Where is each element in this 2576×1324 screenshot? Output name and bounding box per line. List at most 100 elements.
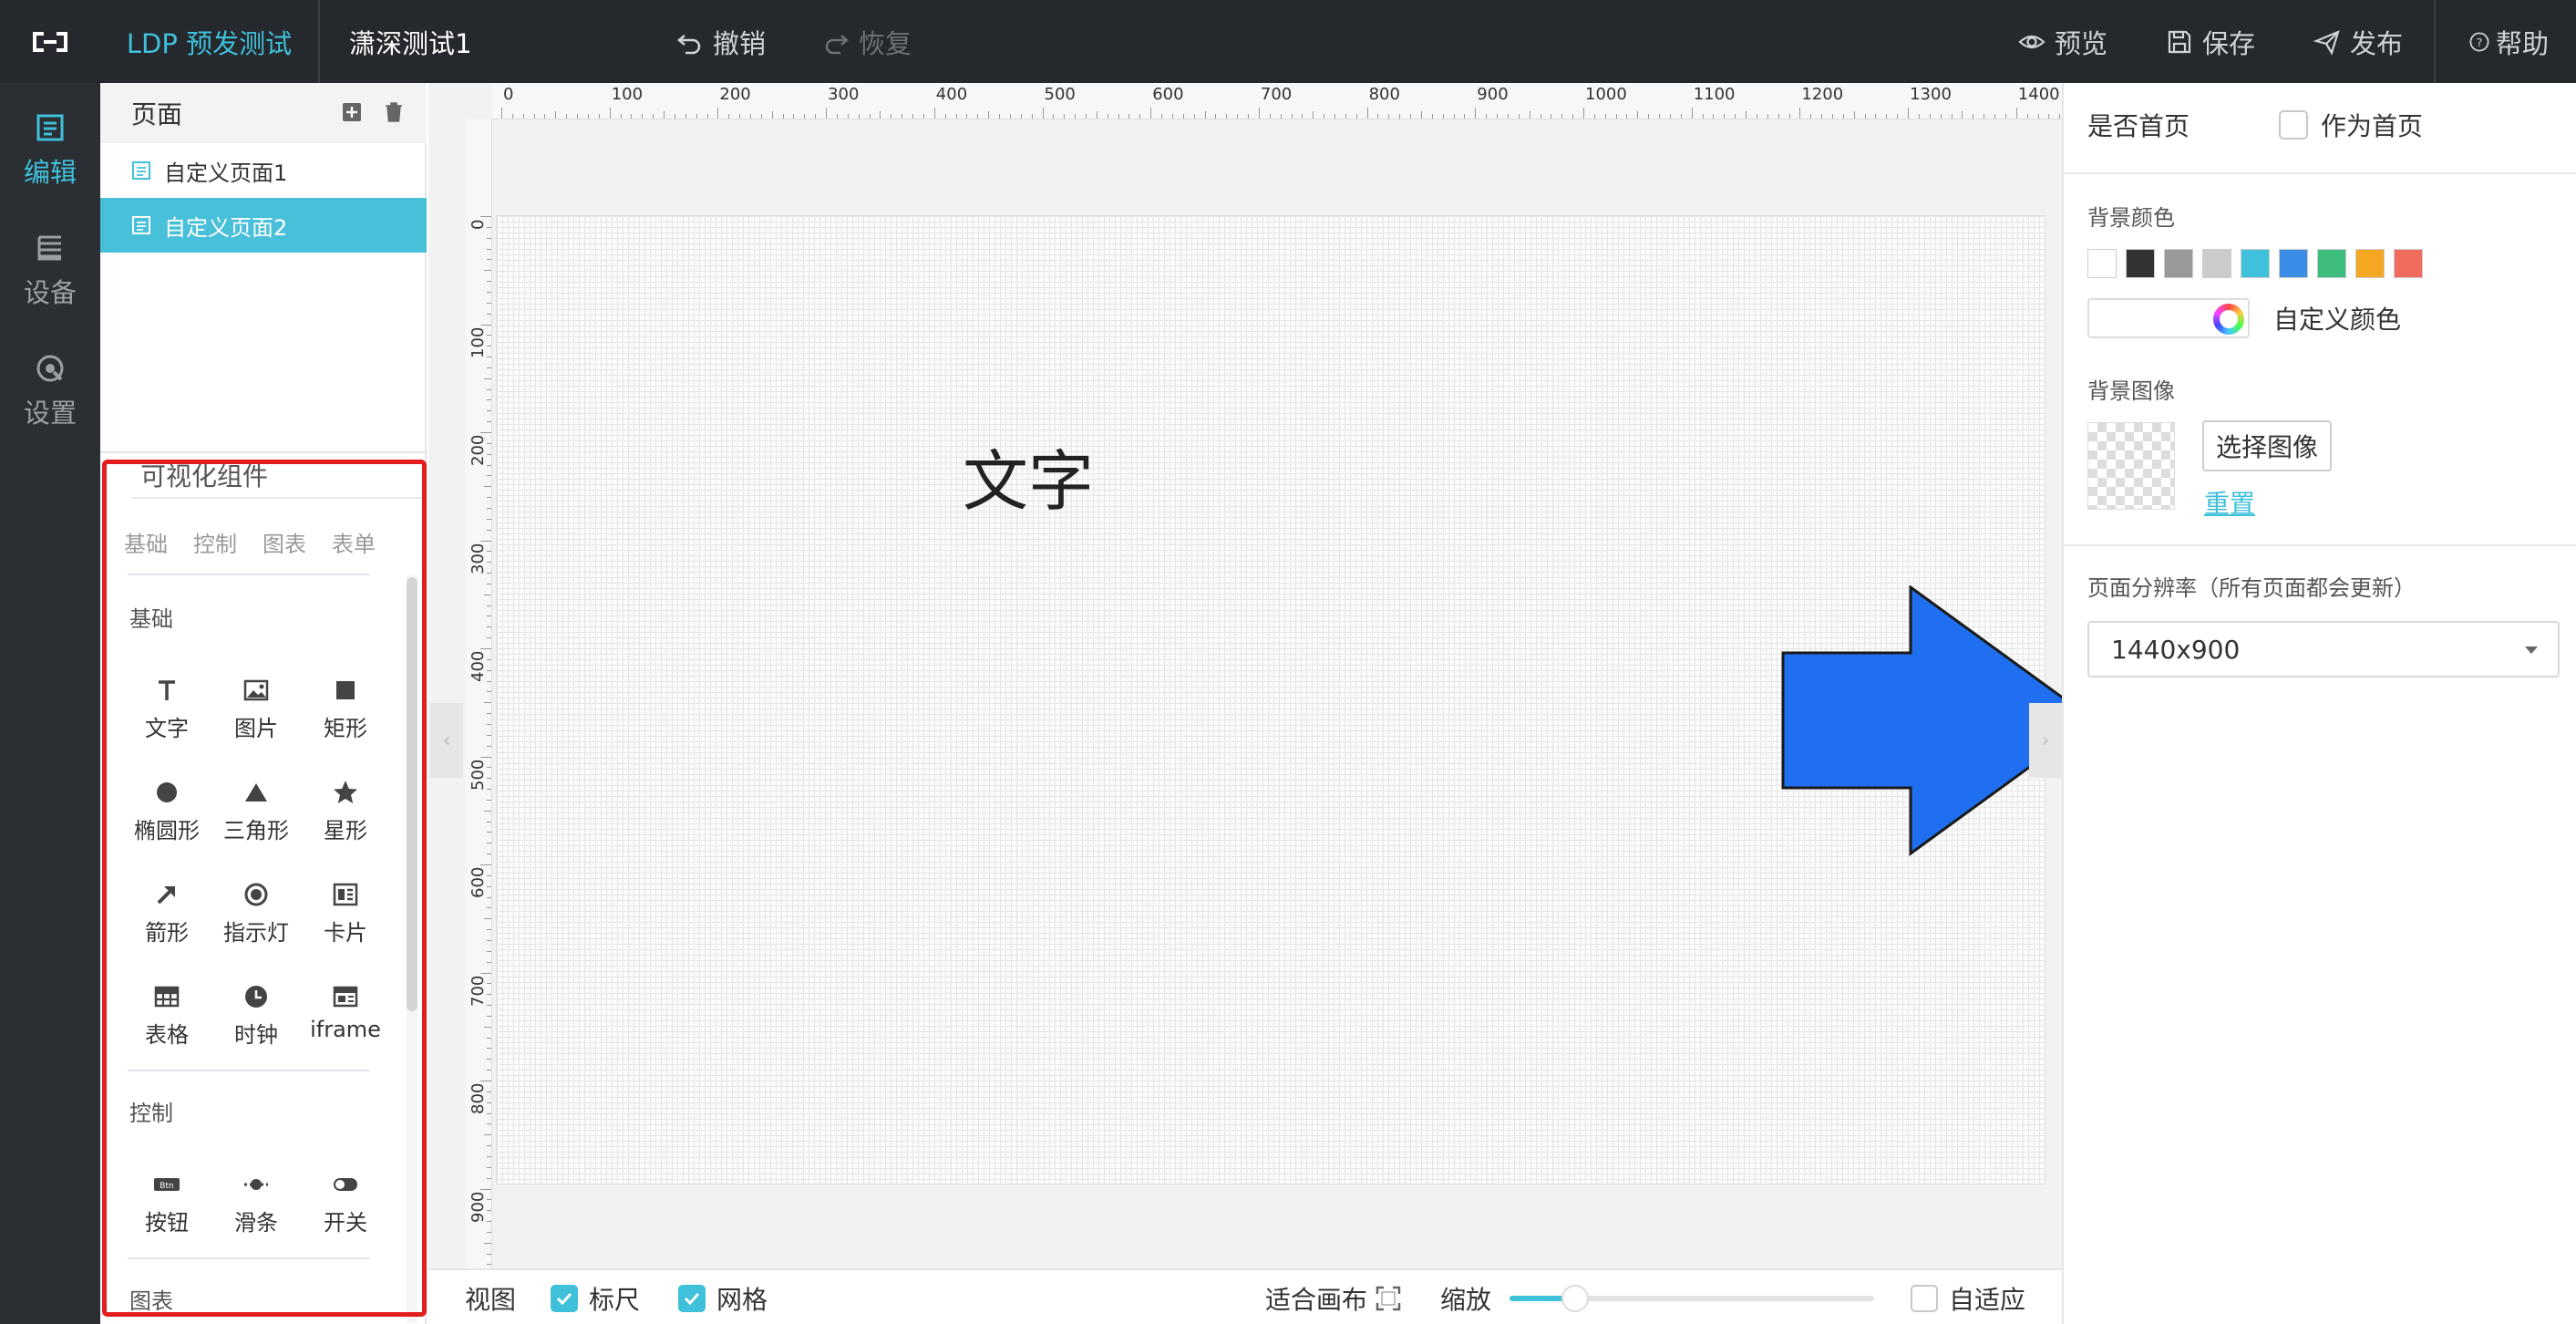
undo-button[interactable]: 撤销 <box>676 0 766 83</box>
ruler-tick <box>480 972 491 974</box>
adaptive-toggle[interactable]: 自适应 <box>1911 1270 2025 1324</box>
section-divider <box>128 1070 370 1071</box>
ruler-minor-tick <box>487 302 491 304</box>
ruler-minor-tick <box>1886 114 1888 119</box>
component-slider[interactable]: 滑条 <box>211 1164 301 1256</box>
eye-icon <box>2018 35 2045 48</box>
adaptive-checkbox[interactable] <box>1911 1284 1938 1312</box>
arrow-widget[interactable] <box>1781 585 2062 856</box>
ruler-minor-tick <box>1788 114 1790 119</box>
redo-button[interactable]: 恢复 <box>822 0 912 83</box>
add-page-icon[interactable] <box>341 101 363 123</box>
bg-color-label: 背景颜色 <box>2087 205 2175 231</box>
page-item-2[interactable]: 自定义页面2 <box>100 198 427 253</box>
ruler-minor-tick <box>487 799 491 801</box>
check-icon <box>684 1292 700 1305</box>
component-card[interactable]: 卡片 <box>301 874 390 966</box>
bg-image-preview <box>2087 422 2175 510</box>
as-home-checkbox[interactable] <box>2279 110 2308 140</box>
ruler-label: 600 <box>1152 85 1184 104</box>
color-swatch[interactable] <box>2164 249 2193 278</box>
collapse-right-handle[interactable]: › <box>2029 703 2062 778</box>
component-image[interactable]: 图片 <box>211 670 301 761</box>
ruler-minor-tick <box>922 114 924 119</box>
page-item-1[interactable]: 自定义页面1 <box>100 143 427 198</box>
ruler-minor-tick <box>1507 114 1509 119</box>
resolution-select[interactable]: 1440x900 <box>2087 621 2560 678</box>
component-clock[interactable]: 时钟 <box>211 977 301 1068</box>
tab-basic[interactable]: 基础 <box>124 526 168 558</box>
publish-button[interactable]: 发布 <box>2313 0 2403 83</box>
component-text[interactable]: 文字 <box>122 670 211 761</box>
nav-edit[interactable]: 编辑 <box>0 96 100 205</box>
ruler-minor-tick <box>631 114 633 119</box>
ruler-minor-tick <box>487 939 491 941</box>
grid-toggle[interactable]: 网格 <box>678 1270 768 1324</box>
canvas-area[interactable]: 0 100 200 300 400 500 600 700 800 900 1000 1100 1200… <box>428 83 2062 1268</box>
reset-link[interactable]: 重置 <box>2204 484 2255 521</box>
component-ellipse[interactable]: 椭圆形 <box>122 772 211 864</box>
component-iframe[interactable]: iframe <box>301 977 390 1068</box>
ruler-toggle[interactable]: 标尺 <box>551 1270 640 1324</box>
ruler-minor-tick <box>782 114 784 119</box>
as-home-label: 作为首页 <box>2321 111 2424 141</box>
delete-page-icon[interactable] <box>383 101 405 123</box>
tab-form[interactable]: 表单 <box>332 526 376 558</box>
section-divider <box>128 574 370 575</box>
component-rectangle[interactable]: 矩形 <box>301 670 390 761</box>
tab-control[interactable]: 控制 <box>193 526 237 558</box>
component-table[interactable]: 表格 <box>122 977 211 1068</box>
color-swatch[interactable] <box>2279 249 2308 278</box>
color-swatch[interactable] <box>2241 249 2270 278</box>
project-name[interactable]: LDP 预发测试 <box>100 0 320 83</box>
component-switch[interactable]: 开关 <box>301 1164 390 1256</box>
section-basic: 基础 <box>129 606 173 632</box>
color-swatch[interactable] <box>2355 249 2385 278</box>
ruler-minor-tick <box>1767 114 1768 119</box>
ruler-minor-tick <box>804 114 806 119</box>
help-button[interactable]: ? 帮助 <box>2468 0 2549 83</box>
color-wheel-icon[interactable] <box>2213 304 2244 335</box>
set-as-home-toggle[interactable]: 作为首页 <box>2279 107 2423 143</box>
ruler-minor-tick <box>487 907 491 909</box>
save-button[interactable]: 保存 <box>2166 0 2255 83</box>
choose-image-button[interactable]: 选择图像 <box>2202 420 2332 471</box>
nav-device[interactable]: 设备 <box>0 216 100 326</box>
zoom-slider[interactable] <box>1510 1285 1874 1312</box>
ruler-label: 100 <box>469 326 488 358</box>
color-swatch[interactable] <box>2317 249 2346 278</box>
custom-color-input[interactable] <box>2087 298 2250 338</box>
component-button[interactable]: Btn 按钮 <box>122 1164 211 1256</box>
component-label: 矩形 <box>324 716 367 741</box>
grid-checkbox[interactable] <box>678 1284 706 1312</box>
ruler-minor-tick <box>793 114 795 119</box>
collapse-left-handle[interactable]: ‹ <box>430 703 463 778</box>
ruler-minor-tick <box>555 111 557 119</box>
color-swatch[interactable] <box>2087 249 2117 278</box>
ruler-minor-tick <box>487 313 491 315</box>
color-swatch[interactable] <box>2202 249 2231 278</box>
component-indicator[interactable]: 指示灯 <box>211 874 301 966</box>
panel-divider <box>2064 544 2576 546</box>
zoom-slider-knob[interactable] <box>1561 1285 1589 1312</box>
ruler-minor-tick <box>1302 114 1303 119</box>
color-swatch[interactable] <box>2394 249 2423 278</box>
component-triangle[interactable]: 三角形 <box>211 772 301 864</box>
ruler-minor-tick <box>1951 114 1953 119</box>
color-swatch[interactable] <box>2126 249 2155 278</box>
text-widget[interactable]: 文字 <box>963 428 1094 523</box>
undo-label: 撤销 <box>713 27 767 59</box>
slider-icon <box>244 1179 268 1190</box>
nav-settings[interactable]: 设置 <box>0 336 100 446</box>
ruler-label: 100 <box>611 85 644 104</box>
tab-chart[interactable]: 图表 <box>263 526 306 558</box>
ruler-checkbox[interactable] <box>551 1284 578 1312</box>
fit-canvas-button[interactable]: 适合画布 <box>1265 1270 1402 1324</box>
app-logo[interactable] <box>0 0 100 83</box>
component-arrow[interactable]: 箭形 <box>122 874 211 966</box>
component-scrollbar-thumb[interactable] <box>407 577 417 1011</box>
ruler-tick <box>480 432 491 433</box>
preview-button[interactable]: 预览 <box>2018 0 2107 83</box>
component-star[interactable]: 星形 <box>301 772 390 864</box>
ruler-minor-tick <box>487 1145 491 1147</box>
